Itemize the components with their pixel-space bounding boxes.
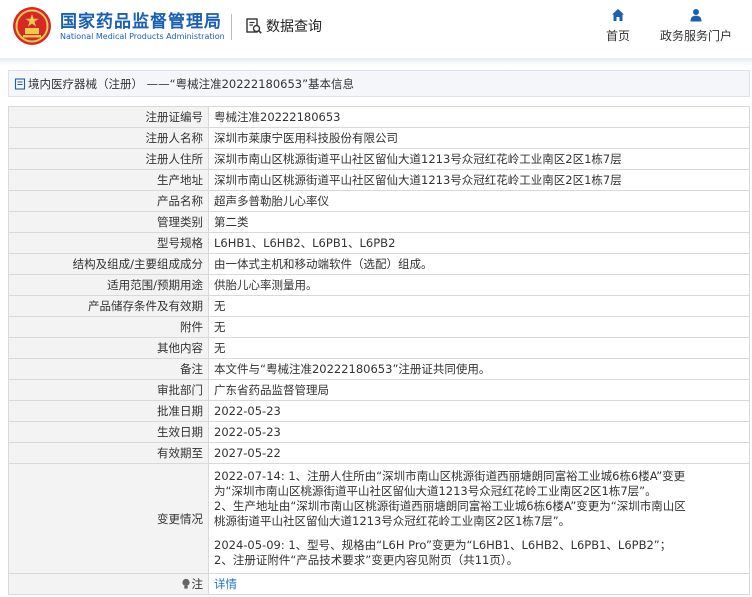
row-label: 管理类别 <box>8 211 209 233</box>
table-row: 其他内容无 <box>8 337 750 359</box>
row-value: 由一体式主机和移动端软件（选配）组成。 <box>208 253 750 275</box>
row-label: 注册人住所 <box>8 148 209 170</box>
row-value: 无 <box>208 295 750 317</box>
table-row: 注册人名称 深圳市莱康宁医用科技股份有限公司 <box>8 127 750 149</box>
row-value: 深圳市南山区桃源街道平山社区留仙大道1213号众冠红花岭工业南区2区1栋7层 <box>208 169 750 191</box>
data-query-link[interactable]: 数据查询 <box>245 15 322 37</box>
row-label: 结构及组成/主要组成成分 <box>8 253 209 275</box>
header-shadow <box>0 58 752 66</box>
detail-link[interactable]: 详情 <box>214 577 237 591</box>
row-label: 生效日期 <box>8 421 209 443</box>
lightbulb-icon <box>181 578 190 589</box>
table-row: 结构及组成/主要组成成分 由一体式主机和移动端软件（选配）组成。 <box>8 253 750 275</box>
row-value: 2022-05-23 <box>208 400 750 422</box>
nav-service-label: 政务服务门户 <box>660 29 733 43</box>
table-row: 生效日期 2022-05-23 <box>8 421 750 443</box>
row-label: 注册人名称 <box>8 127 209 149</box>
change-line: 为“深圳市南山区桃源街道平山社区留仙大道1213号众冠红花岭工业南区2区1栋7层… <box>214 484 657 498</box>
table-row: 注册证编号 粤械注准20222180653 <box>8 106 750 128</box>
table-row: 注册人住所 深圳市南山区桃源街道平山社区留仙大道1213号众冠红花岭工业南区2区1… <box>8 148 750 170</box>
row-label: 其他内容 <box>8 337 209 359</box>
change-line: 2、生产地址由“深圳市南山区桃源街道西丽塘朗同富裕工业城6栋6楼A”变更为“深圳… <box>214 499 686 513</box>
table-row: 审批部门 广东省药品监督管理局 <box>8 379 750 401</box>
row-label: 适用范围/预期用途 <box>8 274 209 296</box>
row-value-note: 详情 <box>208 573 750 595</box>
document-search-icon <box>246 18 262 34</box>
row-label: 批准日期 <box>8 400 209 422</box>
table-row: 产品储存条件及有效期无 <box>8 295 750 317</box>
row-label: 型号规格 <box>8 232 209 254</box>
table-row: 有效期至 2027-05-22 <box>8 442 750 464</box>
table-row: 生产地址 深圳市南山区桃源街道平山社区留仙大道1213号众冠红花岭工业南区2区1栋… <box>8 169 750 191</box>
home-icon <box>612 9 624 21</box>
nav-home[interactable]: 首页 <box>606 8 630 44</box>
row-value: 第二类 <box>208 211 750 233</box>
info-table: 注册证编号 粤械注准20222180653 注册人名称 深圳市莱康宁医用科技股份有限公… <box>8 106 750 595</box>
change-history: 2022-07-14: 1、注册人住所由“深圳市南山区桃源街道西丽塘朗同富裕工业… <box>208 463 750 574</box>
row-value: 2027-05-22 <box>208 442 750 464</box>
change-line: 2、注册证附件“产品技术要求”变更内容见附页（共11页）。 <box>214 553 519 567</box>
table-row-note: 注 详情 <box>8 573 750 595</box>
record-title: 境内医疗器械（注册） ——“粤械注准20222180653”基本信息 <box>28 76 355 91</box>
logo-title: 国家药品监督管理局 <box>60 12 222 32</box>
row-label: 注册证编号 <box>8 106 209 128</box>
header-divider <box>231 14 232 40</box>
row-label: 备注 <box>8 358 209 380</box>
row-value: 无 <box>208 316 750 338</box>
table-row: 产品名称 超声多普勒胎儿心率仪 <box>8 190 750 212</box>
row-label: 变更情况 <box>8 463 209 574</box>
site-header: 国家药品监督管理局 National Medical Products Admi… <box>0 0 752 58</box>
document-icon <box>14 77 26 90</box>
row-value: 深圳市南山区桃源街道平山社区留仙大道1213号众冠红花岭工业南区2区1栋7层 <box>208 148 750 170</box>
row-value: 粤械注准20222180653 <box>208 106 750 128</box>
info-table-body: 注册证编号 粤械注准20222180653 注册人名称 深圳市莱康宁医用科技股份有限公… <box>8 106 750 595</box>
row-value: 深圳市莱康宁医用科技股份有限公司 <box>208 127 750 149</box>
row-label: 有效期至 <box>8 442 209 464</box>
table-row: 型号规格 L6HB1、L6HB2、L6PB1、L6PB2 <box>8 232 750 254</box>
row-value: 2022-05-23 <box>208 421 750 443</box>
change-line: 2024-05-09: 1、型号、规格由“L6H Pro”变更为“L6HB1、L… <box>214 538 672 552</box>
row-value: 供胎儿心率测量用。 <box>208 274 750 296</box>
row-value: 广东省药品监督管理局 <box>208 379 750 401</box>
table-row: 适用范围/预期用途 供胎儿心率测量用。 <box>8 274 750 296</box>
row-value: 本文件与“粤械注准20222180653”注册证共同使用。 <box>208 358 750 380</box>
row-label: 生产地址 <box>8 169 209 191</box>
row-value: L6HB1、L6HB2、L6PB1、L6PB2 <box>208 232 750 254</box>
record-title-bar: 境内医疗器械（注册） ——“粤械注准20222180653”基本信息 <box>8 70 750 97</box>
user-icon <box>690 9 702 22</box>
table-row-change: 变更情况 2022-07-14: 1、注册人住所由“深圳市南山区桃源街道西丽塘朗… <box>8 463 750 574</box>
logo-subtitle: National Medical Products Administration <box>60 32 225 41</box>
row-value: 超声多普勒胎儿心率仪 <box>208 190 750 212</box>
row-label: 附件 <box>8 316 209 338</box>
table-row: 管理类别 第二类 <box>8 211 750 233</box>
nav-service-portal[interactable]: 政务服务门户 <box>660 8 732 44</box>
change-line: 2022-07-14: 1、注册人住所由“深圳市南山区桃源街道西丽塘朗同富裕工业… <box>214 469 686 483</box>
table-row: 批准日期 2022-05-23 <box>8 400 750 422</box>
row-label: 审批部门 <box>8 379 209 401</box>
row-label-note: 注 <box>8 573 209 595</box>
nav-home-label: 首页 <box>606 29 631 43</box>
row-label: 产品名称 <box>8 190 209 212</box>
table-row: 附件无 <box>8 316 750 338</box>
change-line: 桃源街道平山社区留仙大道1213号众冠红花岭工业南区2区1栋7层”。 <box>214 514 571 528</box>
row-label: 产品储存条件及有效期 <box>8 295 209 317</box>
table-row: 备注 本文件与“粤械注准20222180653”注册证共同使用。 <box>8 358 750 380</box>
data-query-label: 数据查询 <box>266 19 322 35</box>
national-emblem-icon <box>13 7 51 45</box>
row-value: 无 <box>208 337 750 359</box>
